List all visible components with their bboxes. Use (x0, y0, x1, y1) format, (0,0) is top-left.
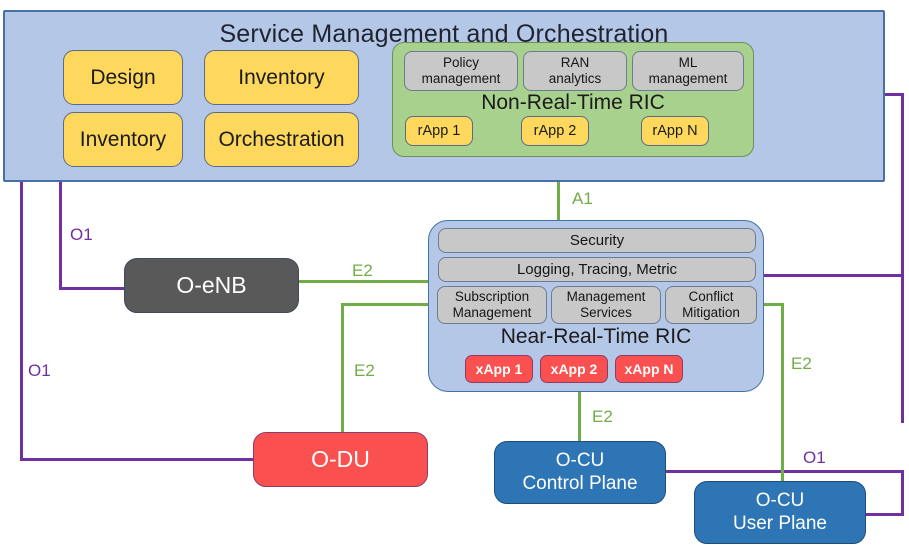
near-rt-service-subscription-management-line1: Subscription (454, 289, 530, 305)
near-rt-ric-title: Near-Real-Time RIC (500, 325, 692, 348)
near-rt-service-subscription-management-line2: Management (452, 305, 532, 320)
e2-du-link-horizontal (341, 303, 430, 306)
non-rt-func-policy-management-line2: management (421, 71, 501, 86)
smo-box-design[interactable]: Design (63, 50, 183, 105)
non-rt-func-ml-management-line1: ML (678, 55, 698, 71)
interface-label-o1-right: O1 (803, 448, 826, 467)
xapp-2-label: xApp 2 (550, 361, 598, 377)
smo-box-inventory-bottom[interactable]: Inventory (63, 112, 183, 167)
interface-label-o1-left: O1 (28, 361, 51, 380)
non-rt-func-ran-analytics-line1: RAN (560, 55, 590, 71)
interface-label-e2-du: E2 (354, 361, 375, 380)
near-rt-ric-container: Near-Real-Time RIC Security Logging, Tra… (428, 220, 764, 392)
rapp-1-label: rApp 1 (417, 123, 461, 139)
o1-left-link-horizontal (20, 458, 255, 461)
e2-cuup-link-vertical (781, 303, 784, 483)
non-rt-func-policy-management[interactable]: Policy management (404, 51, 518, 91)
node-o-cu-control-plane-line2: Control Plane (522, 472, 638, 494)
near-rt-service-management-services[interactable]: Management Services (551, 286, 661, 324)
near-rt-logging-bar[interactable]: Logging, Tracing, Metric (438, 257, 756, 282)
node-o-du[interactable]: O-DU (253, 432, 428, 487)
near-rt-security-bar[interactable]: Security (438, 228, 756, 253)
non-rt-func-ran-analytics-line2: analytics (548, 71, 602, 86)
interface-label-e2-cucp: E2 (592, 407, 613, 426)
smo-box-design-label: Design (90, 65, 156, 89)
near-rt-service-subscription-management[interactable]: Subscription Management (437, 286, 547, 324)
o1-enb-link-horizontal (59, 287, 129, 290)
rapp-1[interactable]: rApp 1 (405, 116, 473, 146)
oran-architecture-diagram: Service Management and Orchestration Des… (0, 0, 909, 557)
xapp-n-label: xApp N (624, 361, 674, 377)
node-o-cu-control-plane-line1: O-CU (555, 450, 605, 472)
smo-box-inventory-top-label: Inventory (238, 65, 325, 89)
node-o-cu-user-plane-line2: User Plane (733, 512, 827, 534)
e2-du-link-vertical (341, 303, 344, 433)
xapp-2[interactable]: xApp 2 (540, 355, 608, 383)
rapp-2[interactable]: rApp 2 (521, 116, 589, 146)
rapp-n[interactable]: rApp N (641, 116, 709, 146)
near-rt-logging-label: Logging, Tracing, Metric (516, 260, 678, 278)
o1-right-link-lower-vertical (901, 470, 904, 516)
o1-left-link-vertical (20, 180, 23, 461)
interface-label-e2-enb: E2 (352, 261, 373, 280)
smo-box-orchestration-label: Orchestration (218, 127, 345, 151)
near-rt-service-management-services-line1: Management (566, 289, 646, 305)
e2-cucp-link-vertical (578, 390, 581, 442)
non-rt-func-ml-management-line2: management (648, 71, 728, 86)
smo-box-inventory-top[interactable]: Inventory (204, 50, 359, 105)
o1-right-link-vertical (901, 93, 904, 423)
near-rt-service-conflict-mitigation-line1: Conflict (688, 289, 734, 305)
near-rt-service-conflict-mitigation[interactable]: Conflict Mitigation (665, 286, 757, 324)
node-o-du-line1: O-DU (311, 445, 370, 472)
non-rt-func-policy-management-line1: Policy (442, 55, 479, 71)
smo-box-inventory-bottom-label: Inventory (79, 127, 167, 151)
near-rt-service-management-services-line2: Services (580, 305, 632, 320)
interface-label-a1: A1 (572, 189, 593, 208)
o1-right-link-cuup-horizontal (864, 513, 904, 516)
rapp-2-label: rApp 2 (533, 123, 577, 139)
non-rt-ric-container: Non-Real-Time RIC Policy management RAN … (392, 42, 754, 157)
node-o-enb[interactable]: O-eNB (124, 258, 299, 313)
interface-label-o1-enb: O1 (70, 225, 93, 244)
non-rt-func-ml-management[interactable]: ML management (632, 51, 744, 91)
non-rt-ric-title: Non-Real-Time RIC (481, 91, 665, 114)
near-rt-service-conflict-mitigation-line2: Mitigation (682, 305, 740, 320)
interface-label-e2-cuup: E2 (791, 354, 812, 373)
o1-ric-link-horizontal (763, 274, 903, 277)
node-o-enb-line1: O-eNB (176, 271, 247, 298)
near-rt-security-label: Security (569, 231, 625, 249)
xapp-1[interactable]: xApp 1 (465, 355, 533, 383)
xapp-1-label: xApp 1 (475, 361, 523, 377)
non-rt-func-ran-analytics[interactable]: RAN analytics (523, 51, 627, 91)
node-o-cu-control-plane[interactable]: O-CU Control Plane (494, 441, 666, 504)
smo-box-orchestration[interactable]: Orchestration (204, 112, 359, 167)
xapp-n[interactable]: xApp N (615, 355, 683, 383)
node-o-cu-user-plane-line1: O-CU (755, 490, 805, 512)
node-o-cu-user-plane[interactable]: O-CU User Plane (694, 481, 866, 544)
e2-enb-link-horizontal (299, 280, 430, 283)
o1-enb-link-vertical (59, 180, 62, 290)
rapp-n-label: rApp N (652, 123, 698, 139)
